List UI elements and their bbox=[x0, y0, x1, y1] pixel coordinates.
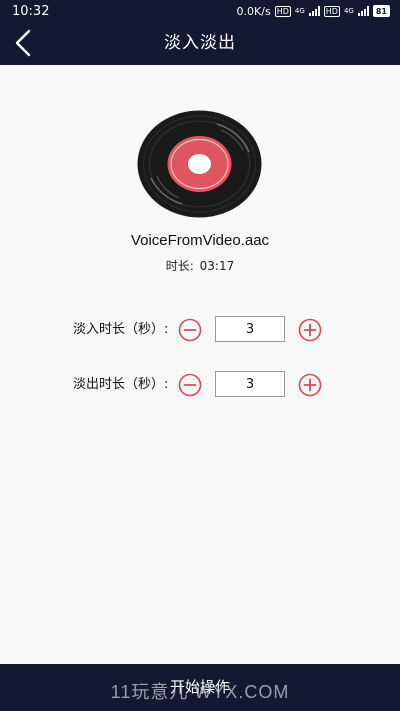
hd-badge-2: HD bbox=[323, 5, 340, 17]
fade-in-row: 淡入时长（秒）: bbox=[0, 316, 400, 344]
vinyl-record-icon bbox=[137, 110, 262, 218]
fade-out-label: 淡出时长（秒）: bbox=[73, 377, 169, 392]
start-button-label: 开始操作 bbox=[169, 678, 230, 696]
duration-label: 时长: bbox=[165, 259, 194, 273]
battery-level: 81 bbox=[375, 6, 387, 16]
fade-out-decrease-button[interactable] bbox=[178, 373, 202, 397]
fade-out-row: 淡出时长（秒）: bbox=[0, 371, 400, 399]
hd-badge: HD bbox=[274, 5, 291, 17]
network-type-label: 4G bbox=[294, 6, 305, 15]
fade-in-label: 淡入时长（秒）: bbox=[73, 322, 169, 337]
signal-icon-2 bbox=[357, 6, 369, 16]
header-bar: 淡入淡出 bbox=[0, 22, 400, 65]
fade-in-increase-button[interactable] bbox=[298, 318, 322, 342]
status-time: 10:32 bbox=[12, 3, 50, 19]
network-speed: 0.0K/s bbox=[236, 4, 271, 18]
fade-out-increase-button[interactable] bbox=[298, 373, 322, 397]
signal-icon bbox=[308, 6, 320, 16]
file-name: VoiceFromVideo.aac bbox=[130, 232, 270, 249]
network-type-label-2: 4G bbox=[343, 6, 354, 15]
status-bar: 10:32 0.0K/s HD 4G HD 4G 81 bbox=[0, 0, 400, 22]
page-title: 淡入淡出 bbox=[164, 33, 236, 53]
status-indicators: 0.0K/s HD 4G HD 4G 81 bbox=[237, 5, 390, 18]
fade-in-input[interactable] bbox=[215, 316, 285, 342]
fade-in-decrease-button[interactable] bbox=[178, 318, 202, 342]
duration-value: 03:17 bbox=[199, 259, 235, 273]
battery-icon: 81 bbox=[372, 5, 390, 17]
start-button[interactable]: 开始操作 bbox=[0, 664, 400, 711]
fade-out-input[interactable] bbox=[215, 371, 285, 397]
duration-info: 时长: 03:17 bbox=[0, 257, 400, 274]
